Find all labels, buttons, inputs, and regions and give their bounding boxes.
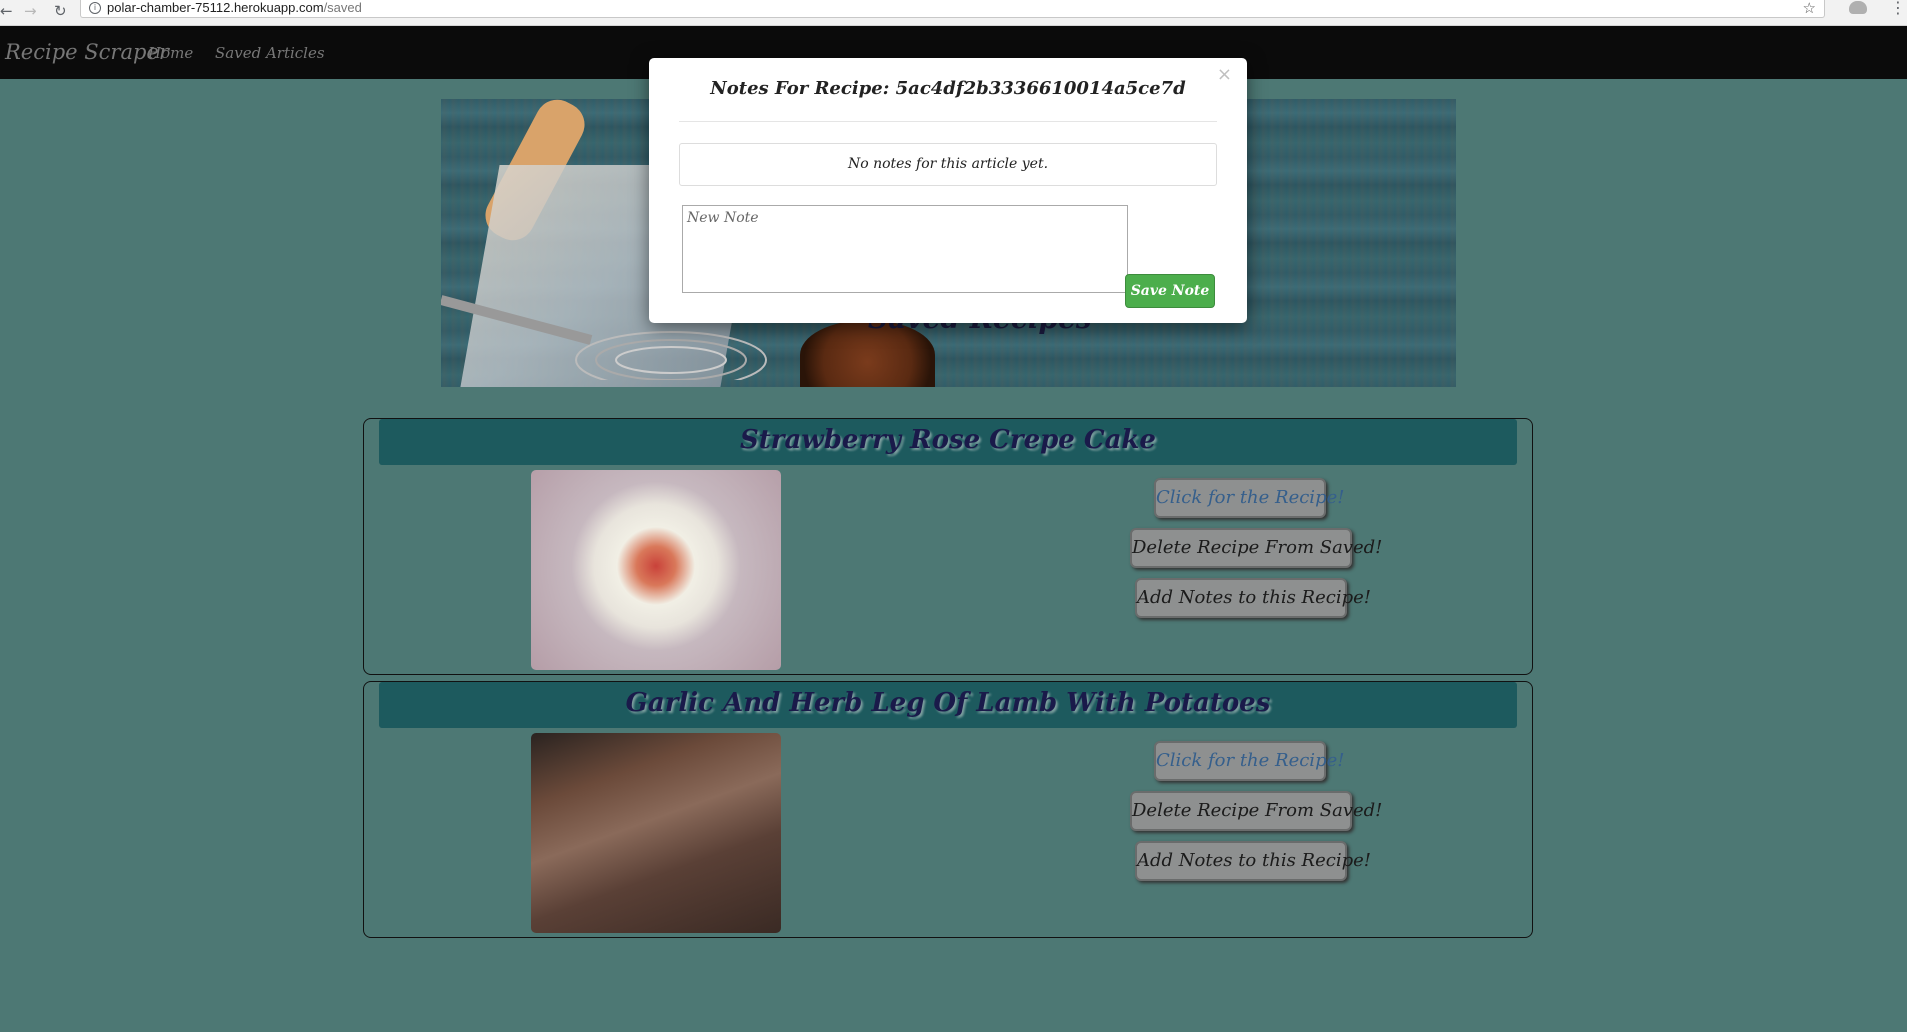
address-bar[interactable]: i polar-chamber-75112.herokuapp.com/save… — [80, 0, 1825, 18]
recipe-card: Garlic And Herb Leg Of Lamb With Potatoe… — [363, 681, 1533, 938]
recipe-card: Strawberry Rose Crepe Cake Click for the… — [363, 418, 1533, 675]
new-note-input[interactable] — [682, 205, 1128, 293]
recipe-link-button[interactable]: Click for the Recipe! — [1154, 741, 1344, 781]
url-text[interactable]: polar-chamber-75112.herokuapp.com/saved — [107, 0, 362, 16]
reload-icon[interactable]: ↻ — [54, 2, 67, 20]
recipe-card-header: Garlic And Herb Leg Of Lamb With Potatoe… — [379, 682, 1517, 728]
modal-divider — [679, 121, 1217, 122]
notes-modal: × Notes For Recipe: 5ac4df2b3336610014a5… — [649, 58, 1247, 323]
navbar-brand[interactable]: Recipe Scraper — [5, 40, 169, 64]
forward-arrow-icon[interactable]: → — [24, 2, 37, 20]
url-host: polar-chamber-75112.herokuapp.com — [107, 0, 324, 15]
back-arrow-icon[interactable]: ← — [0, 2, 13, 20]
delete-recipe-button[interactable]: Delete Recipe From Saved! — [1130, 528, 1382, 568]
recipe-image-crepe-cake — [531, 470, 781, 670]
url-path: /saved — [323, 0, 362, 15]
recipe-image-leg-of-lamb — [531, 733, 781, 933]
star-icon[interactable]: ☆ — [1803, 0, 1816, 16]
recipe-link-button[interactable]: Click for the Recipe! — [1154, 478, 1344, 518]
add-notes-button[interactable]: Add Notes to this Recipe! — [1135, 578, 1371, 618]
save-note-button[interactable]: Save Note — [1125, 274, 1215, 308]
modal-title: Notes For Recipe: 5ac4df2b3336610014a5ce… — [710, 78, 1186, 99]
extension-icon[interactable] — [1849, 1, 1867, 14]
info-icon[interactable]: i — [89, 2, 101, 14]
menu-dots-icon[interactable]: ⋮ — [1890, 0, 1906, 16]
recipe-title: Garlic And Herb Leg Of Lamb With Potatoe… — [625, 688, 1271, 718]
notes-list: No notes for this article yet. — [679, 143, 1217, 186]
recipe-card-header: Strawberry Rose Crepe Cake — [379, 419, 1517, 465]
delete-recipe-button[interactable]: Delete Recipe From Saved! — [1130, 791, 1382, 831]
browser-toolbar: ← → ↻ i polar-chamber-75112.herokuapp.co… — [0, 0, 1907, 26]
nav-link-home[interactable]: Home — [148, 44, 193, 62]
recipe-title: Strawberry Rose Crepe Cake — [740, 425, 1156, 455]
nav-link-saved-articles[interactable]: Saved Articles — [215, 44, 325, 62]
add-notes-button[interactable]: Add Notes to this Recipe! — [1135, 841, 1371, 881]
